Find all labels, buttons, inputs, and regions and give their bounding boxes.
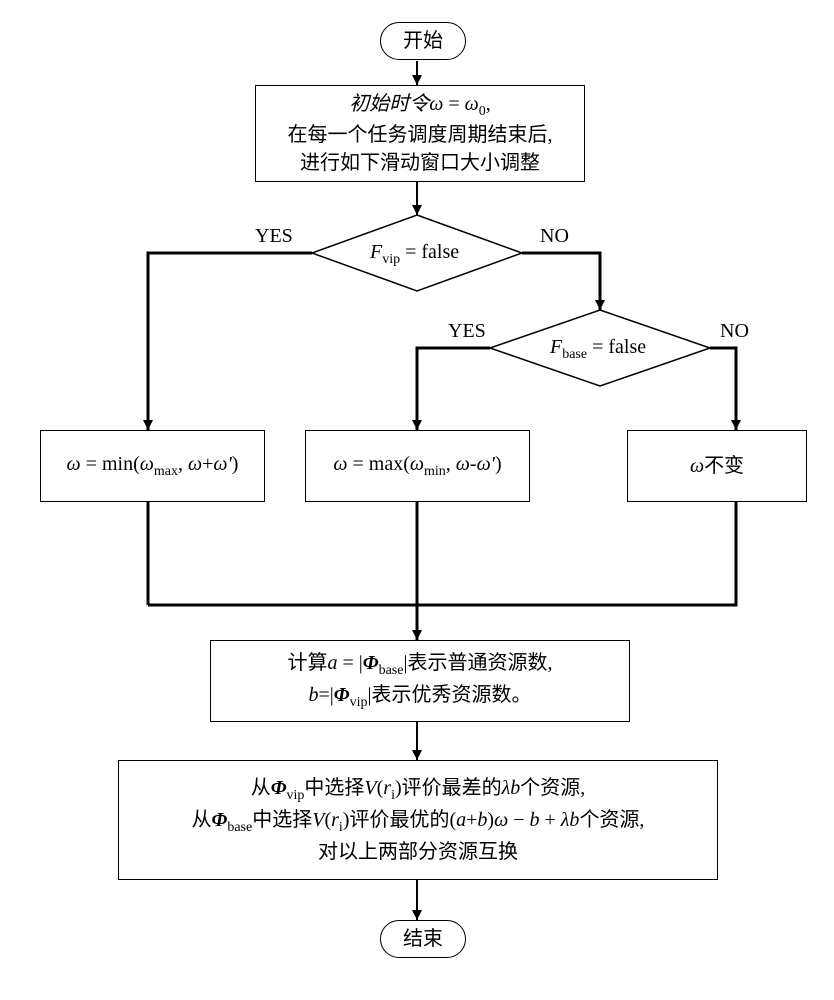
swap-line1: 从Φvip中选择V(ri)评价最差的λb个资源, [251, 774, 586, 806]
d2-yes-label: YES [448, 320, 486, 343]
d1-no-label: NO [540, 225, 569, 248]
d2-no-label: NO [720, 320, 749, 343]
swap-line2: 从Φbase中选择V(ri)评价最优的(a+b)ω − b + λb个资源, [192, 806, 645, 838]
init-process: 初始时令ω = ω0, 在每一个任务调度周期结束后, 进行如下滑动窗口大小调整 [255, 85, 585, 182]
init-line3: 进行如下滑动窗口大小调整 [300, 149, 540, 177]
d1-yes-label: YES [255, 225, 293, 248]
start-label: 开始 [403, 27, 443, 55]
action-decrease: ω = max(ωmin, ω-ω') [305, 430, 530, 502]
swap-line3: 对以上两部分资源互换 [318, 838, 518, 866]
start-terminator: 开始 [380, 22, 466, 60]
end-label: 结束 [403, 925, 443, 953]
calc-process: 计算a = |Φbase|表示普通资源数, b=|Φvip|表示优秀资源数。 [210, 640, 630, 722]
action-decrease-text: ω = max(ωmin, ω-ω') [333, 450, 501, 482]
action-unchanged-text: ω不变 [690, 452, 744, 480]
swap-process: 从Φvip中选择V(ri)评价最差的λb个资源, 从Φbase中选择V(ri)评… [118, 760, 718, 880]
end-terminator: 结束 [380, 920, 466, 958]
init-line2: 在每一个任务调度周期结束后, [288, 121, 553, 149]
decision-fbase: Fbase = false [550, 336, 646, 363]
calc-line2: b=|Φvip|表示优秀资源数。 [309, 681, 532, 713]
action-increase-text: ω = min(ωmax, ω+ω') [67, 450, 239, 482]
action-unchanged: ω不变 [627, 430, 807, 502]
init-line1: 初始时令ω = ω0, [349, 90, 491, 122]
decision-fvip: Fvip = false [370, 241, 459, 268]
calc-line1: 计算a = |Φbase|表示普通资源数, [288, 649, 553, 681]
action-increase: ω = min(ωmax, ω+ω') [40, 430, 265, 502]
